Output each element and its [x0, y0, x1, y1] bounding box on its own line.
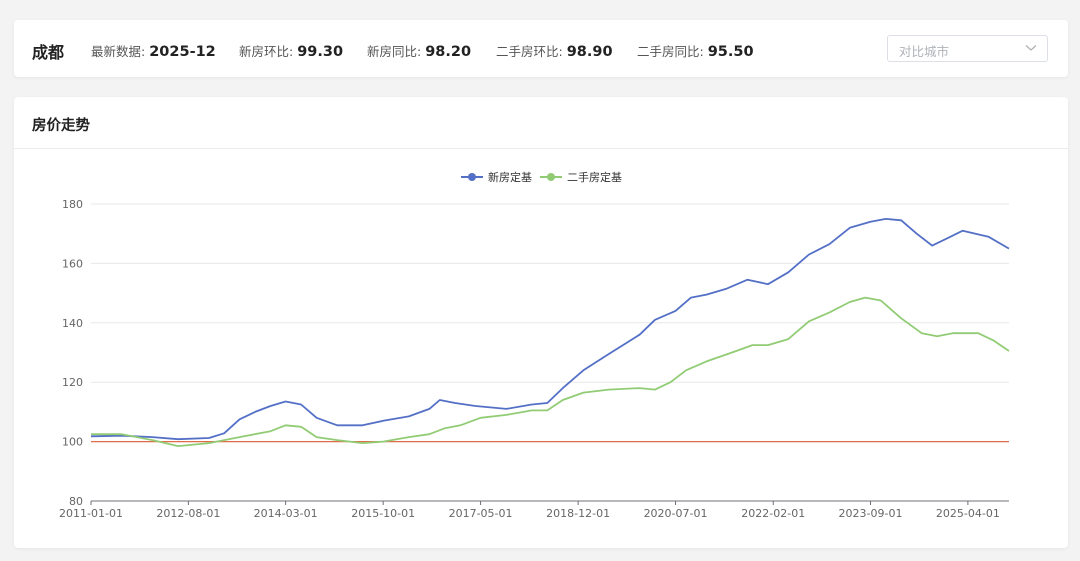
legend-swatch-dot — [468, 173, 476, 181]
metric-new-mom: 新房环比: 99.30 — [239, 41, 343, 60]
compare-city-select[interactable]: 对比城市 — [887, 35, 1048, 62]
legend-swatch-dot — [547, 173, 555, 181]
x-tick-label: 2011-01-01 — [59, 507, 123, 520]
metric-value: 2025-12 — [149, 44, 216, 60]
x-tick-label: 2025-04-01 — [936, 507, 1000, 520]
x-tick-label: 2018-12-01 — [546, 507, 610, 520]
price-trend-chart: 801001201401601802011-01-01 2012-08-01 201… — [59, 170, 1010, 520]
metric-second-yoy: 二手房同比: 95.50 — [637, 41, 754, 60]
summary-bar: 成都 最新数据: 2025-12 新房环比: 99.30 新房同比: 98.20 二手… — [14, 20, 1068, 77]
legend-label: 二手房定基 — [567, 170, 622, 184]
metric-value: 99.30 — [297, 44, 344, 60]
metric-label: 二手房环比: — [496, 44, 563, 59]
metric-value: 98.20 — [425, 44, 472, 60]
metric-label: 新房同比: — [367, 44, 422, 59]
legend-label: 新房定基 — [488, 170, 532, 184]
chevron-down-icon — [1025, 45, 1037, 51]
x-tick-label: 2020-07-01 — [644, 507, 708, 520]
y-tick-label: 180 — [62, 198, 83, 211]
city-name: 成都 — [32, 43, 65, 62]
price-trend-card: 房价走势 80 100 120 140 160 180 2011-01-01 2012-08-… — [14, 97, 1068, 548]
series-line-second-hand — [91, 296, 1010, 447]
x-tick-label: 2014-03-01 — [254, 507, 318, 520]
x-tick-label: 2012-08-01 — [156, 507, 220, 520]
metric-second-mom: 二手房环比: 98.90 — [496, 41, 613, 60]
compare-city-placeholder: 对比城市 — [899, 44, 950, 59]
y-tick-label: 160 — [62, 257, 83, 270]
metric-label: 新房环比: — [239, 44, 294, 59]
y-tick-label: 120 — [62, 376, 83, 389]
metric-new-yoy: 新房同比: 98.20 — [367, 41, 471, 60]
metric-value: 95.50 — [707, 44, 754, 60]
metric-value: 98.90 — [566, 44, 613, 60]
x-tick-label: 2023-09-01 — [839, 507, 903, 520]
y-tick-label: 100 — [62, 436, 83, 449]
series-line-new-home — [90, 218, 1010, 441]
x-tick-label: 2022-02-01 — [741, 507, 805, 520]
x-tick-label: 2017-05-01 — [449, 507, 513, 520]
metric-label: 二手房同比: — [637, 44, 704, 59]
x-tick-label: 2015-10-01 — [351, 507, 415, 520]
metric-latest-date: 最新数据: 2025-12 — [91, 41, 216, 60]
y-tick-label: 140 — [62, 317, 83, 330]
metric-label: 最新数据: — [91, 44, 146, 59]
